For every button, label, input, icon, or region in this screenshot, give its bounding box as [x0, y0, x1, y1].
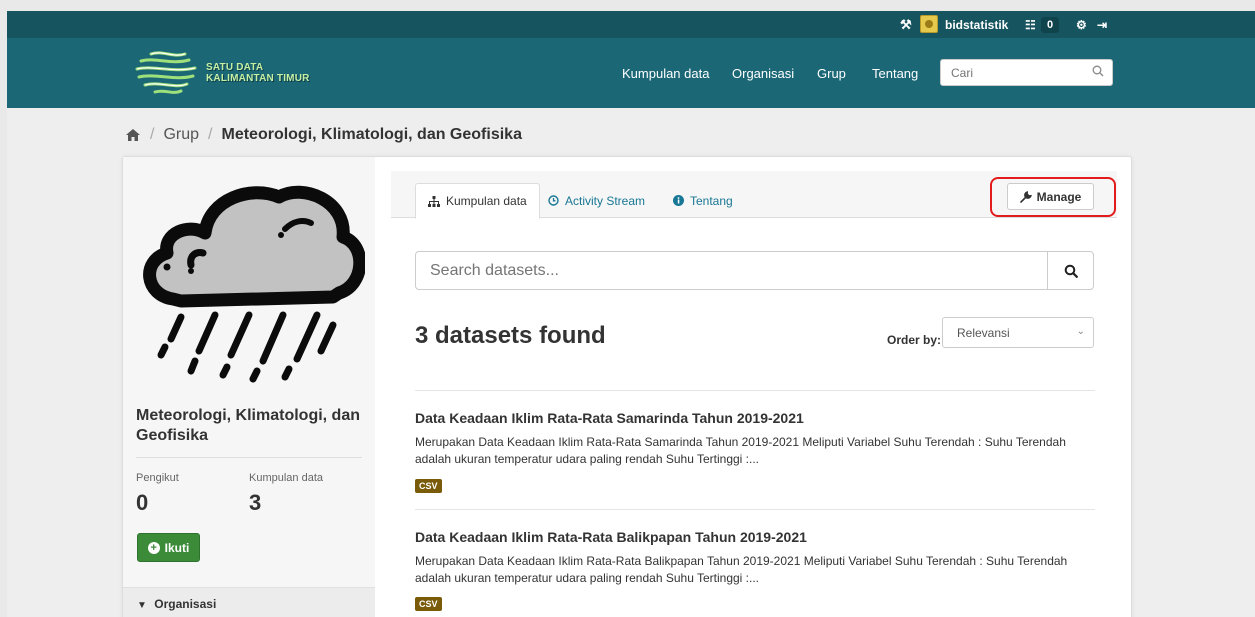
datasets-label: Kumpulan data	[249, 472, 323, 484]
logo-text: SATU DATA KALIMANTAN TIMUR	[206, 62, 310, 84]
dataset-search-input[interactable]	[430, 260, 1030, 282]
dataset-notes-line: adalah ukuran temperatur udara paling re…	[415, 571, 760, 585]
masthead: SATU DATA KALIMANTAN TIMUR Kumpulan data…	[7, 38, 1255, 108]
dataset-title-link[interactable]: Data Keadaan Iklim Rata-Rata Balikpapan …	[415, 529, 807, 545]
results-count-heading: 3 datasets found	[415, 322, 606, 349]
nav-kumpulan-data[interactable]: Kumpulan data	[622, 38, 709, 108]
clock-icon	[548, 195, 559, 206]
format-badge-csv[interactable]: CSV	[415, 597, 442, 611]
manage-button-label: Manage	[1036, 189, 1082, 204]
dataset-notes-line: Merupakan Data Keadaan Iklim Rata-Rata S…	[415, 435, 1066, 449]
site-logo[interactable]: SATU DATA KALIMANTAN TIMUR	[133, 48, 333, 98]
breadcrumb-grup[interactable]: Grup	[163, 126, 199, 144]
group-sidebar: Meteorologi, Klimatologi, dan Geofisika …	[123, 157, 375, 617]
followers-label: Pengikut	[136, 472, 179, 484]
breadcrumb-separator: /	[150, 126, 155, 143]
page: ⚒ bidstatistik ☷ 0 ⚙ ⇥ SATU DATA KALIMAN…	[7, 11, 1255, 617]
filter-icon: ▼	[137, 600, 147, 611]
chevron-down-icon: ⌄	[1076, 326, 1085, 337]
order-by-label: Order by:	[887, 333, 942, 347]
avatar[interactable]	[920, 15, 938, 33]
format-badge-csv[interactable]: CSV	[415, 479, 442, 493]
followers-count: 0	[136, 490, 149, 515]
search-icon[interactable]	[1092, 65, 1104, 77]
info-icon	[673, 195, 684, 206]
logout-icon[interactable]: ⇥	[1097, 11, 1107, 38]
nav-tentang[interactable]: Tentang	[872, 38, 918, 108]
dataset-notes: Merupakan Data Keadaan Iklim Rata-Rata B…	[415, 553, 1095, 587]
breadcrumb-separator: /	[208, 126, 213, 143]
dashboard-count-badge[interactable]: 0	[1041, 17, 1060, 33]
organization-facet-label: Organisasi	[154, 597, 217, 611]
nav-grup[interactable]: Grup	[817, 38, 846, 108]
logo-line-2: KALIMANTAN TIMUR	[206, 73, 310, 84]
username-link[interactable]: bidstatistik	[945, 11, 1008, 38]
dataset-notes-line: adalah ukuran temperatur udara paling re…	[415, 452, 760, 466]
divider	[415, 390, 1095, 391]
divider	[415, 509, 1095, 510]
dataset-search	[415, 251, 1094, 290]
order-by-value: Relevansi	[957, 326, 1010, 340]
dataset-notes: Merupakan Data Keadaan Iklim Rata-Rata S…	[415, 434, 1095, 468]
account-masthead: ⚒ bidstatistik ☷ 0 ⚙ ⇥	[7, 11, 1255, 38]
site-search-input[interactable]	[951, 60, 1091, 85]
gear-icon[interactable]: ⚙	[1076, 11, 1087, 38]
site-search	[940, 59, 1113, 86]
wrench-icon	[1019, 190, 1032, 203]
dataset-title-link[interactable]: Data Keadaan Iklim Rata-Rata Samarinda T…	[415, 410, 804, 426]
follow-button-label: Ikuti	[164, 540, 190, 555]
tab-kumpulan-data[interactable]: Kumpulan data	[415, 183, 540, 219]
main-card: Meteorologi, Klimatologi, dan Geofisika …	[122, 156, 1132, 617]
content-tabs: Kumpulan data Activity Stream Tentang Ma…	[391, 171, 1117, 219]
logo-waves-icon	[135, 51, 197, 94]
manage-button[interactable]: Manage	[1007, 183, 1094, 210]
search-icon	[1064, 264, 1078, 278]
tab-activity-stream-label: Activity Stream	[565, 193, 646, 208]
tools-icon[interactable]: ⚒	[900, 11, 912, 38]
home-icon[interactable]	[125, 128, 141, 142]
divider	[136, 457, 362, 458]
tab-activity-stream[interactable]: Activity Stream	[536, 183, 657, 218]
tab-kumpulan-data-label: Kumpulan data	[446, 194, 527, 208]
tab-tentang[interactable]: Tentang	[661, 183, 745, 218]
group-title: Meteorologi, Klimatologi, dan Geofisika	[136, 407, 360, 444]
logo-line-1: SATU DATA	[206, 62, 264, 73]
follow-button[interactable]: + Ikuti	[137, 533, 200, 562]
dataset-notes-line: Merupakan Data Keadaan Iklim Rata-Rata B…	[415, 554, 1068, 568]
dataset-search-button[interactable]	[1047, 252, 1093, 289]
breadcrumb-current[interactable]: Meteorologi, Klimatologi, dan Geofisika	[221, 126, 521, 144]
order-by-select[interactable]: Relevansi ⌄	[942, 317, 1094, 348]
breadcrumb: / Grup / Meteorologi, Klimatologi, dan G…	[125, 124, 522, 146]
plus-circle-icon: +	[147, 541, 160, 554]
sitemap-icon	[428, 195, 440, 207]
group-image-rain-cloud[interactable]	[133, 175, 365, 387]
dashboard-icon[interactable]: ☷	[1025, 11, 1036, 38]
nav-organisasi[interactable]: Organisasi	[732, 38, 794, 108]
datasets-count: 3	[249, 490, 262, 515]
organization-facet-header[interactable]: ▼ Organisasi	[123, 587, 375, 617]
tab-tentang-label: Tentang	[690, 193, 733, 208]
